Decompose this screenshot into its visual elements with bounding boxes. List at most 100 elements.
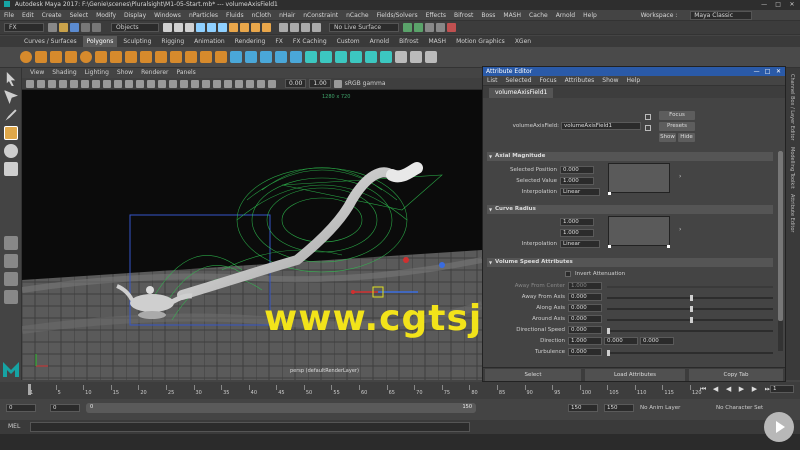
menu-create[interactable]: Create	[42, 10, 62, 21]
around-axis-slider[interactable]	[607, 317, 773, 323]
lasso-tool-icon[interactable]	[4, 90, 18, 104]
direction-y-field[interactable]: 0.000	[604, 337, 638, 345]
ae-menu-selected[interactable]: Selected	[506, 76, 532, 86]
directional-speed-field[interactable]: 0.000	[568, 326, 602, 334]
menu-display[interactable]: Display	[124, 10, 146, 21]
shelf-tab-xgen[interactable]: XGen	[511, 36, 535, 47]
node-name-field[interactable]: volumeAxisField1	[561, 122, 641, 130]
poly-platonic-icon[interactable]	[125, 51, 137, 63]
boolean-icon[interactable]	[275, 51, 287, 63]
camera-attributes-icon[interactable]	[37, 79, 45, 88]
curve-radius-ramp[interactable]	[608, 216, 670, 246]
mask-surface-icon[interactable]	[240, 23, 249, 32]
menu-ncloth[interactable]: nCloth	[252, 10, 272, 21]
select-component-icon[interactable]	[185, 23, 194, 32]
tab-modelling-toolkit[interactable]: Modelling Toolkit	[789, 147, 795, 189]
mask-vertex-icon[interactable]	[196, 23, 205, 32]
curve-ramp-end-marker[interactable]	[667, 245, 670, 248]
redo-icon[interactable]	[92, 23, 101, 32]
curve-selected-value-field[interactable]: 1.000	[560, 229, 594, 237]
shelf-tab-animation[interactable]: Animation	[190, 36, 229, 47]
tab-channel-box[interactable]: Channel Box / Layer Editor	[789, 74, 795, 141]
directional-speed-knob[interactable]	[607, 328, 610, 334]
textured-icon[interactable]	[169, 79, 177, 88]
ae-menu-list[interactable]: List	[487, 76, 498, 86]
use-all-lights-icon[interactable]	[180, 79, 188, 88]
menu-nparticles[interactable]: nParticles	[189, 10, 218, 21]
shelf-tab-fx-caching[interactable]: FX Caching	[289, 36, 331, 47]
bridge-icon[interactable]	[320, 51, 332, 63]
poly-torus-icon[interactable]	[80, 51, 92, 63]
bevel-icon[interactable]	[335, 51, 347, 63]
mask-deformer-icon[interactable]	[251, 23, 260, 32]
motion-blur-icon[interactable]	[213, 79, 221, 88]
directional-speed-slider[interactable]	[607, 328, 773, 334]
vp-menu-renderer[interactable]: Renderer	[141, 68, 168, 78]
gate-mask-icon[interactable]	[103, 79, 111, 88]
ae-close-icon[interactable]: ✕	[774, 67, 783, 76]
menu-cache[interactable]: Cache	[529, 10, 548, 21]
vp-menu-shading[interactable]: Shading	[52, 68, 76, 78]
save-scene-icon[interactable]	[70, 23, 79, 32]
menuset-dropdown[interactable]: FX	[4, 23, 44, 32]
ae-title-bar[interactable]: Attribute Editor — □ ✕	[483, 67, 785, 76]
vp-menu-show[interactable]: Show	[117, 68, 133, 78]
select-tool-icon[interactable]	[6, 72, 16, 86]
along-axis-knob[interactable]	[690, 306, 693, 312]
selection-mode-dropdown[interactable]: Objects	[111, 23, 159, 32]
shelf-tab-motion-graphics[interactable]: Motion Graphics	[452, 36, 509, 47]
arnold-render-view-icon[interactable]	[447, 23, 456, 32]
fill-hole-icon[interactable]	[350, 51, 362, 63]
camera-icon[interactable]	[26, 79, 34, 88]
menu-modify[interactable]: Modify	[96, 10, 116, 21]
uv-editor-icon[interactable]	[395, 51, 407, 63]
menu-windows[interactable]: Windows	[154, 10, 181, 21]
menu-nconstraint[interactable]: nConstraint	[303, 10, 338, 21]
play-forward-icon[interactable]: ▶	[739, 385, 750, 393]
menu-boss[interactable]: Boss	[481, 10, 495, 21]
image-plane-icon[interactable]	[59, 79, 67, 88]
xray-icon[interactable]	[246, 79, 254, 88]
shadows-icon[interactable]	[191, 79, 199, 88]
new-scene-icon[interactable]	[48, 23, 57, 32]
menu-nhair[interactable]: nHair	[279, 10, 295, 21]
xray-components-icon[interactable]	[268, 79, 276, 88]
along-axis-field[interactable]: 0.000	[568, 304, 602, 312]
axial-selected-position-field[interactable]: 0.000	[560, 166, 594, 174]
scale-tool-icon[interactable]	[4, 162, 18, 176]
undo-icon[interactable]	[81, 23, 90, 32]
range-end-2-field[interactable]: 150	[604, 404, 634, 412]
current-time-indicator[interactable]	[28, 384, 31, 395]
select-hierarchy-icon[interactable]	[163, 23, 172, 32]
curve-interpolation-dropdown[interactable]: Linear	[560, 240, 600, 248]
ae-scrollbar[interactable]	[778, 151, 783, 351]
smooth-icon[interactable]	[260, 51, 272, 63]
show-button[interactable]: Show	[659, 133, 676, 142]
workspace-dropdown[interactable]: Maya Classic	[690, 11, 752, 20]
along-axis-slider[interactable]	[607, 306, 773, 312]
mel-command-input[interactable]	[30, 422, 470, 432]
mask-dynamics-icon[interactable]	[262, 23, 271, 32]
ae-menu-show[interactable]: Show	[602, 76, 618, 86]
ae-menu-attributes[interactable]: Attributes	[565, 76, 595, 86]
menu-arnold[interactable]: Arnold	[556, 10, 575, 21]
ae-node-tab[interactable]: volumeAxisField1	[489, 88, 554, 98]
ae-menu-focus[interactable]: Focus	[540, 76, 557, 86]
turbulence-field[interactable]: 0.000	[568, 348, 602, 356]
shelf-tab-arnold[interactable]: Arnold	[366, 36, 393, 47]
axial-selected-value-field[interactable]: 1.000	[560, 177, 594, 185]
away-from-axis-knob[interactable]	[690, 295, 693, 301]
wireframe-on-shaded-icon[interactable]	[158, 79, 166, 88]
menu-bifrost[interactable]: Bifrost	[454, 10, 473, 21]
curve-ramp-point-marker[interactable]	[608, 245, 611, 248]
invert-attenuation-checkbox[interactable]	[565, 271, 571, 277]
poly-cube-icon[interactable]	[35, 51, 47, 63]
range-start-field[interactable]: 0	[6, 404, 36, 412]
poly-helix-icon[interactable]	[185, 51, 197, 63]
menu-ncache[interactable]: nCache	[346, 10, 368, 21]
step-forward-icon[interactable]: ▶​	[752, 385, 763, 393]
away-from-axis-slider[interactable]	[607, 295, 773, 301]
grid-icon[interactable]	[70, 79, 78, 88]
paint-select-tool-icon[interactable]	[5, 109, 17, 121]
turbulence-slider[interactable]	[607, 350, 773, 356]
